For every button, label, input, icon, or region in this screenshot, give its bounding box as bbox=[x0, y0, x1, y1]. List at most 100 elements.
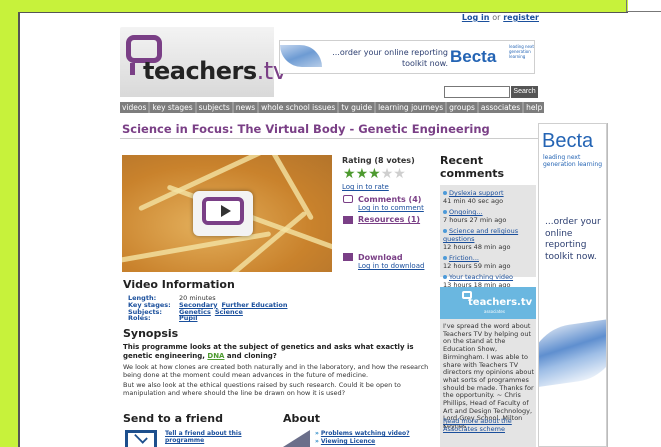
becta-logo: Becta bbox=[450, 47, 497, 66]
synopsis-lead-text-end: and cloning? bbox=[224, 352, 277, 360]
page-title: Science in Focus: The Virtual Body - Gen… bbox=[122, 122, 490, 136]
nav-item-associates[interactable]: associates bbox=[478, 102, 523, 113]
list-item: Science and religious questions 12 hours … bbox=[443, 227, 533, 251]
comment-time: 7 hours 27 min ago bbox=[443, 216, 507, 224]
resources-link[interactable]: Resources (1) bbox=[358, 215, 420, 224]
register-link[interactable]: register bbox=[503, 13, 539, 22]
comment-time: 41 min 40 sec ago bbox=[443, 197, 504, 205]
recent-comments-title: Recent comments bbox=[440, 154, 505, 180]
bullet-icon bbox=[443, 275, 447, 279]
logo-text: teachers.tv bbox=[143, 57, 287, 85]
associates-quote: I've spread the word about Teachers TV b… bbox=[443, 322, 535, 431]
about-heading: About bbox=[283, 412, 321, 425]
wave-graphic bbox=[539, 317, 606, 389]
tell-a-friend-link[interactable]: Tell a friend about this programme bbox=[165, 430, 245, 444]
download-icon bbox=[343, 253, 353, 261]
dna-glossary-link[interactable]: DNA bbox=[207, 352, 224, 360]
list-item: Friction... 12 hours 59 min ago bbox=[443, 254, 533, 270]
list-item: Dyslexia support 41 min 40 sec ago bbox=[443, 189, 533, 205]
associates-more-link[interactable]: Read more about the Associates scheme bbox=[443, 417, 533, 433]
list-item: Ongoing... 7 hours 27 min ago bbox=[443, 208, 533, 224]
table-row: Subjects: Genetics Science bbox=[128, 308, 291, 316]
divider bbox=[120, 138, 538, 139]
recent-comments-list: Dyslexia support 41 min 40 sec ago Ongoin… bbox=[440, 185, 536, 289]
associates-logo-text: teachers.tv bbox=[468, 297, 533, 308]
ad-text: ...order your online reporting toolkit n… bbox=[545, 217, 601, 262]
star-icon[interactable]: ★ bbox=[381, 166, 394, 182]
login-link[interactable]: Log in bbox=[462, 13, 490, 22]
recent-comment-link[interactable]: Friction... bbox=[449, 254, 479, 262]
download-label: Download bbox=[358, 253, 403, 262]
nav-item-help[interactable]: help bbox=[524, 102, 545, 113]
star-icon[interactable]: ★ bbox=[356, 166, 369, 182]
send-to-friend-heading: Send to a friend bbox=[123, 412, 223, 425]
bullet-icon bbox=[443, 229, 447, 233]
associates-panel: teachers.tv associates I've spread the w… bbox=[440, 287, 536, 447]
login-to-download-link[interactable]: Log in to download bbox=[358, 262, 424, 270]
nav-item-whole-school-issues[interactable]: whole school issues bbox=[259, 102, 338, 113]
divider bbox=[626, 11, 661, 12]
ad-tagline: leading next generation learning bbox=[543, 154, 603, 168]
synopsis-paragraph: But we also look at the ethical question… bbox=[123, 381, 401, 397]
viewing-licence-link[interactable]: Viewing Licence bbox=[321, 438, 375, 445]
nav-item-tv-guide[interactable]: tv guide bbox=[339, 102, 375, 113]
play-icon-frame bbox=[202, 197, 244, 225]
swirl-graphic bbox=[280, 45, 322, 67]
recent-comment-link[interactable]: Science and religious questions bbox=[443, 227, 518, 243]
nav-item-videos[interactable]: videos bbox=[120, 102, 149, 113]
login-to-comment-link[interactable]: Log in to comment bbox=[358, 204, 424, 212]
recent-comment-link[interactable]: Ongoing... bbox=[449, 208, 483, 216]
recent-comment-link[interactable]: Your teaching video bbox=[449, 273, 513, 281]
bullet-icon bbox=[443, 191, 447, 195]
video-info-table: Length: 20 minutes Key stages: Secondary Fu… bbox=[128, 295, 291, 322]
right-banner-ad[interactable]: Becta leading next generation learning .… bbox=[538, 123, 607, 447]
subject-link[interactable]: Science bbox=[215, 308, 243, 316]
frame-edge bbox=[18, 12, 20, 447]
page-border-top bbox=[0, 0, 628, 12]
associates-logo[interactable]: teachers.tv associates bbox=[440, 287, 536, 319]
bullet-icon: » bbox=[315, 438, 319, 445]
nav-item-groups[interactable]: groups bbox=[447, 102, 477, 113]
ad-tagline: leading next generation learning bbox=[509, 44, 534, 59]
synopsis-lead: This programme looks at the subject of g… bbox=[123, 343, 433, 361]
rating-label: Rating (8 votes) bbox=[342, 156, 415, 165]
recent-comment-link[interactable]: Dyslexia support bbox=[449, 189, 504, 197]
star-icon[interactable]: ★ bbox=[343, 166, 356, 182]
star-rating: ★★★★★ bbox=[343, 166, 406, 182]
about-links: » Problems watching video? » Viewing Licen… bbox=[315, 430, 410, 446]
ad-text: ...order your online reporting toolkit n… bbox=[332, 48, 448, 68]
synopsis-heading: Synopsis bbox=[123, 327, 179, 340]
comments-label: Comments (4) bbox=[358, 195, 422, 204]
bullet-icon bbox=[443, 256, 447, 260]
page-border-left bbox=[0, 0, 18, 447]
nav-item-key-stages[interactable]: key stages bbox=[150, 102, 195, 113]
table-row: Roles: Pupil bbox=[128, 315, 291, 322]
nav-item-learning-journeys[interactable]: learning journeys bbox=[376, 102, 446, 113]
or-text: or bbox=[492, 13, 501, 22]
play-button[interactable] bbox=[193, 191, 253, 236]
resources-icon bbox=[343, 216, 353, 224]
site-logo[interactable]: teachers.tv bbox=[120, 27, 287, 97]
star-icon[interactable]: ★ bbox=[368, 166, 381, 182]
login-bar: Log in or register bbox=[420, 13, 539, 22]
comment-time: 12 hours 59 min ago bbox=[443, 262, 511, 270]
roles-label: Roles: bbox=[128, 314, 151, 323]
comment-icon bbox=[343, 195, 353, 203]
about-arrow-icon bbox=[283, 430, 310, 447]
synopsis-paragraph: We look at how clones are created both n… bbox=[123, 363, 429, 379]
role-link[interactable]: Pupil bbox=[179, 314, 198, 322]
becta-logo: Becta bbox=[542, 130, 594, 152]
nav-item-news[interactable]: news bbox=[233, 102, 258, 113]
list-item: » Problems watching video? bbox=[315, 430, 410, 438]
speech-bubble-tail bbox=[130, 63, 140, 75]
star-icon[interactable]: ★ bbox=[393, 166, 406, 182]
nav-item-subjects[interactable]: subjects bbox=[196, 102, 232, 113]
search-input[interactable] bbox=[444, 86, 510, 98]
top-banner-ad[interactable]: ...order your online reporting toolkit n… bbox=[279, 40, 535, 74]
login-to-rate-link[interactable]: Log in to rate bbox=[342, 183, 389, 191]
problems-video-link[interactable]: Problems watching video? bbox=[321, 430, 410, 437]
divider bbox=[607, 123, 608, 447]
envelope-flap bbox=[134, 430, 148, 444]
envelope-icon bbox=[125, 430, 157, 447]
search-button[interactable]: Search bbox=[511, 86, 538, 98]
